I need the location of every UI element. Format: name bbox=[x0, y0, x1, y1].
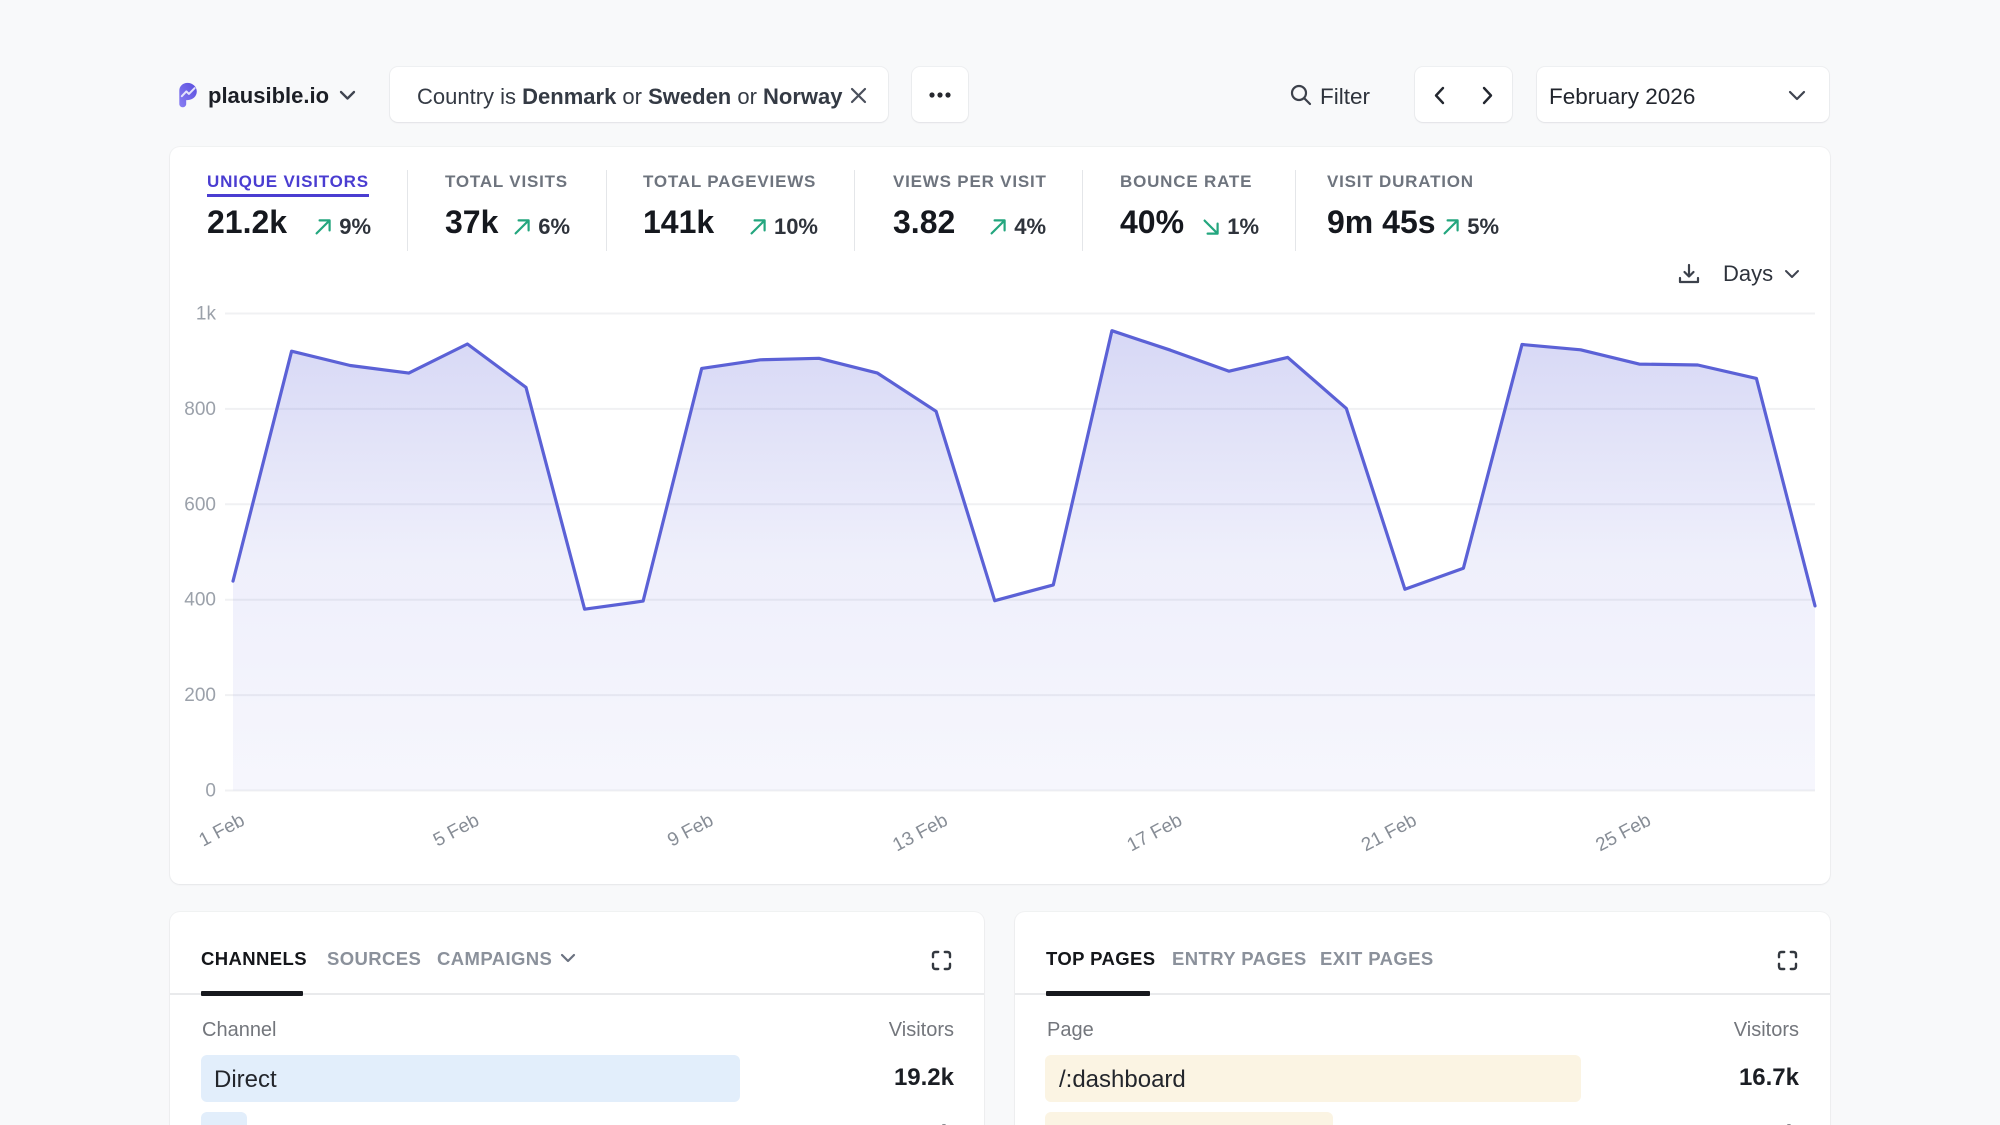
svg-text:21 Feb: 21 Feb bbox=[1358, 810, 1420, 856]
svg-text:800: 800 bbox=[184, 399, 216, 420]
svg-text:13 Feb: 13 Feb bbox=[889, 810, 951, 856]
svg-text:600: 600 bbox=[184, 494, 216, 515]
svg-text:1k: 1k bbox=[196, 304, 217, 325]
svg-text:200: 200 bbox=[184, 685, 216, 706]
svg-text:400: 400 bbox=[184, 590, 216, 611]
svg-text:1 Feb: 1 Feb bbox=[196, 810, 249, 851]
svg-text:17 Feb: 17 Feb bbox=[1124, 810, 1186, 856]
svg-text:5 Feb: 5 Feb bbox=[430, 810, 483, 851]
svg-text:9 Feb: 9 Feb bbox=[664, 810, 717, 851]
svg-text:0: 0 bbox=[205, 781, 216, 802]
svg-text:25 Feb: 25 Feb bbox=[1592, 810, 1654, 856]
